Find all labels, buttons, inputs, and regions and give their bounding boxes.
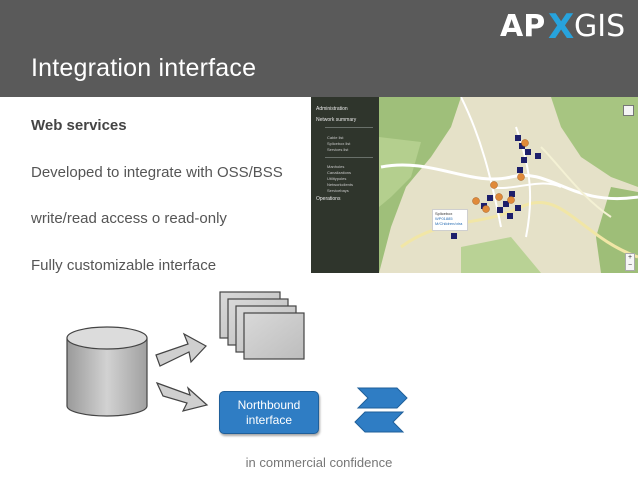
logo-part-x: X xyxy=(548,7,575,47)
map-menu-utilitypoles[interactable]: Utilitypoles xyxy=(327,176,346,181)
exchange-arrows-icon xyxy=(354,387,408,433)
map-menu-administration[interactable]: Administration xyxy=(316,106,348,112)
apx-gis-logo: AP X GIS xyxy=(498,7,636,47)
northbound-interface-box: Northbound interface xyxy=(219,391,319,434)
map-menu-operations[interactable]: Operations xyxy=(316,196,340,202)
map-sidebar: Administration Network summary Cable lis… xyxy=(311,97,379,273)
map-menu-splicebox-list[interactable]: Splicebox list xyxy=(327,141,350,146)
map-menu-canalizations[interactable]: Canalizations xyxy=(327,170,351,175)
map-menu-network-summary[interactable]: Network summary xyxy=(316,117,356,123)
arrow-to-interface-icon xyxy=(155,381,209,412)
northbound-label-line2: interface xyxy=(245,412,293,427)
map-menu-services-list[interactable]: Services list xyxy=(327,147,348,152)
logo-part-gis: GIS xyxy=(574,9,626,44)
slide-title: Integration interface xyxy=(31,54,257,82)
bullet-access: write/read access o read-only xyxy=(31,210,227,227)
map-menu-manholes[interactable]: Manholes xyxy=(327,164,344,169)
logo-part-ap: AP xyxy=(500,9,546,44)
map-popup-link-2[interactable]: M/Children/otra xyxy=(435,221,465,226)
map-menu-cable-list[interactable]: Cable list xyxy=(327,135,343,140)
map-menu-divider xyxy=(325,157,373,158)
database-icon xyxy=(66,326,148,417)
map-popup: Splicebox WP01885 M/Children/otra xyxy=(432,209,468,231)
documents-stack-icon xyxy=(219,291,305,360)
map-menu-networkclients[interactable]: Networkclients xyxy=(327,182,353,187)
arrow-to-documents-icon xyxy=(155,332,207,367)
confidentiality-footer: in commercial confidence xyxy=(245,455,393,470)
map-menu-servicebays[interactable]: Servicebays xyxy=(327,188,349,193)
map-layers-button[interactable] xyxy=(623,105,634,116)
map-screenshot: Administration Network summary Cable lis… xyxy=(311,97,638,273)
bullet-web-services: Web services xyxy=(31,117,127,134)
architecture-diagram xyxy=(66,291,408,433)
bullet-oss-bss: Developed to integrate with OSS/BSS xyxy=(31,164,283,181)
map-zoom-control[interactable]: + − xyxy=(625,253,635,271)
map-menu-divider xyxy=(325,127,373,128)
northbound-label-line1: Northbound xyxy=(237,397,301,412)
